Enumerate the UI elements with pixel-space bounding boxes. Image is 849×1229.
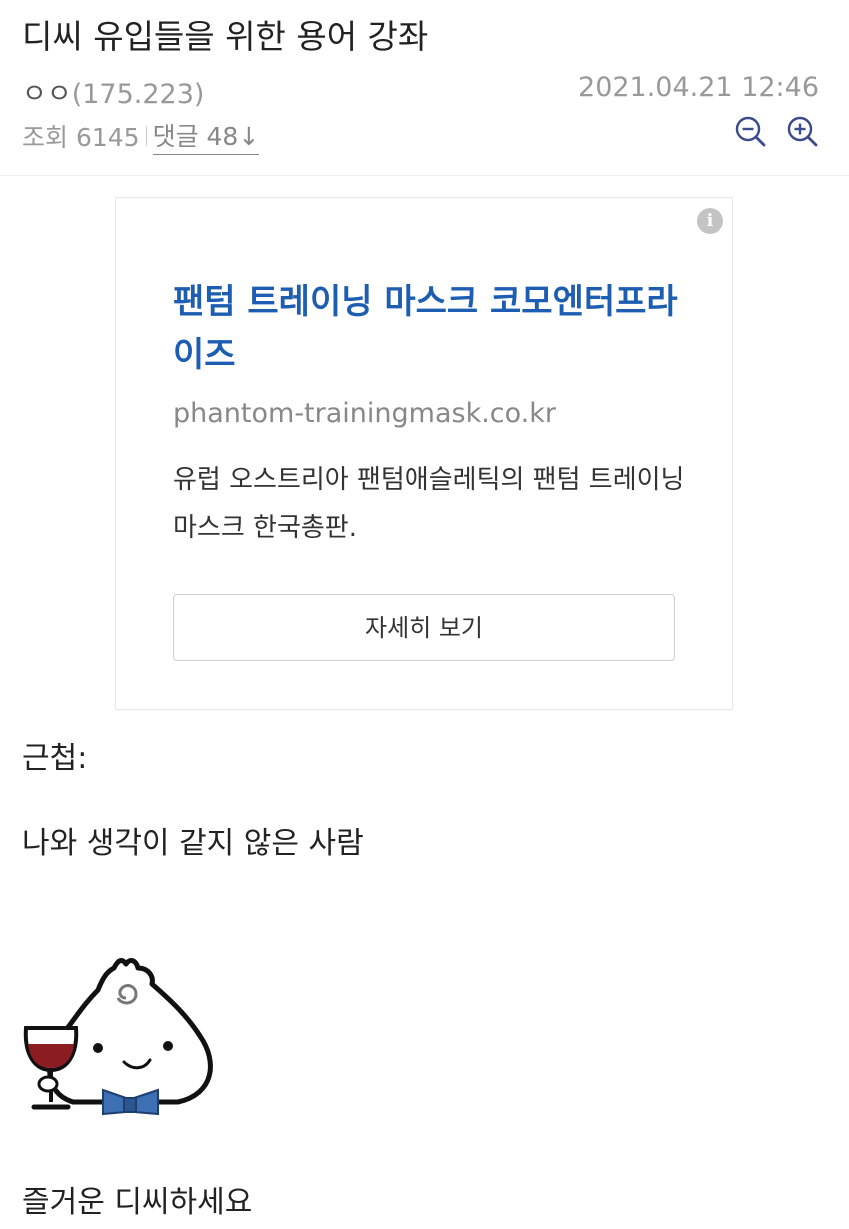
ad-description: 유럽 오스트리아 팬텀애슬레틱의 팬텀 트레이닝 마스크 한국총판. (173, 465, 685, 543)
author-name[interactable]: ㅇㅇ (22, 79, 72, 110)
ad-card[interactable]: i 팬텀 트레이닝 마스크 코모엔터프라이즈 phantom-trainingm… (115, 197, 733, 710)
header-divider (0, 175, 849, 176)
author-info[interactable]: ㅇㅇ(175.223) (22, 72, 204, 111)
post-date: 2021.04.21 12:46 (578, 72, 819, 103)
view-count: 조회 6145 (22, 123, 140, 152)
stats-divider (145, 126, 147, 146)
comment-count-link[interactable]: 댓글 48↓ (152, 117, 260, 155)
ad-url[interactable]: phantom-trainingmask.co.kr (173, 398, 556, 429)
ad-headline[interactable]: 팬텀 트레이닝 마스크 코모엔터프라이즈 (173, 276, 693, 382)
zoom-out-icon[interactable] (732, 113, 768, 149)
author-ip: (175.223) (71, 79, 205, 110)
ad-info-icon[interactable]: i (697, 208, 723, 234)
content-line-3: 즐거운 디씨하세요 (22, 1185, 253, 1220)
post-title: 디씨 유입들을 위한 용어 강좌 (22, 17, 429, 56)
content-line-1: 근첩: (22, 741, 88, 776)
dumpling-mascot-image (23, 958, 213, 1116)
zoom-in-icon[interactable] (784, 113, 820, 149)
ad-details-button[interactable]: 자세히 보기 (173, 594, 675, 661)
content-line-2: 나와 생각이 같지 않은 사람 (22, 826, 364, 861)
post-stats: 조회 6145 댓글 48↓ (22, 117, 260, 155)
